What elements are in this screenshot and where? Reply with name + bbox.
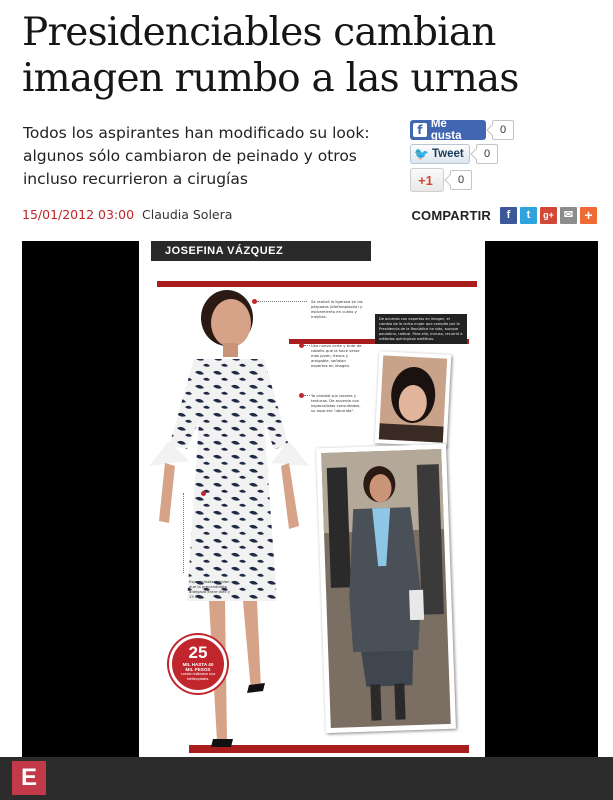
facebook-like-count: 0 xyxy=(492,120,514,140)
cost-highlight-badge: 25 MIL HASTA 40 MIL PESOS cuesta realiza… xyxy=(169,635,227,693)
article-image-viewer[interactable]: JOSEFINA VÁZQUEZ Se realizó la ligerosa … xyxy=(22,241,598,757)
annotation-line xyxy=(183,493,184,573)
article-author[interactable]: Claudia Solera xyxy=(142,207,232,222)
share-more-button[interactable]: + xyxy=(580,207,597,224)
footer-bar: E xyxy=(0,757,613,800)
annotation-text: Se realizó la ligerosa en los párpados (… xyxy=(311,299,363,319)
gplus-count: 0 xyxy=(450,170,472,190)
cost-line-3: cuesta realizarse una blefaroplastia. xyxy=(180,672,216,681)
facebook-like-label: Me gusta xyxy=(430,118,462,142)
article-subheadline: Todos los aspirantes han modificado su l… xyxy=(23,124,370,188)
tweet-label: Tweet xyxy=(431,148,464,160)
twitter-bird-icon: 🐦 xyxy=(414,147,429,161)
infographic-info-box: De acuerdo con expertos en imagen, el ca… xyxy=(375,314,467,344)
share-label: COMPARTIR xyxy=(411,208,491,223)
cost-number: 25 xyxy=(188,643,208,662)
share-email-button[interactable]: ✉ xyxy=(560,207,577,224)
article-headline: Presidenciables cambian imagen rumbo a l… xyxy=(22,10,519,101)
portrait-photo-image xyxy=(378,355,448,443)
suit-photo-image xyxy=(321,448,451,729)
site-logo[interactable]: E xyxy=(12,761,46,795)
share-gplus-button[interactable]: g+ xyxy=(540,207,557,224)
article-meta: 15/01/2012 03:00 Claudia Solera COMPARTI… xyxy=(22,207,597,227)
annotation-dot xyxy=(201,491,206,496)
facebook-icon: f xyxy=(413,123,427,137)
tweet-button[interactable]: 🐦 Tweet xyxy=(410,144,470,164)
infographic-name-tag: JOSEFINA VÁZQUEZ xyxy=(151,241,371,261)
infographic-suit-photo xyxy=(316,443,456,734)
annotation-text: Especialistas señalan que la precandidat… xyxy=(189,579,230,599)
social-buttons: f Me gusta 0 🐦 Tweet 0 +1 0 xyxy=(410,118,514,196)
annotation-line xyxy=(304,395,310,396)
gplus-label: +1 xyxy=(418,172,433,188)
article-date: 15/01/2012 03:00 xyxy=(22,207,135,222)
share-facebook-button[interactable]: f xyxy=(500,207,517,224)
annotation-line xyxy=(257,301,307,302)
facebook-like-button[interactable]: f Me gusta xyxy=(410,118,486,142)
annotation-text: Ya cambió sus colores y texturas. De acu… xyxy=(311,393,361,413)
tweet-count: 0 xyxy=(476,144,498,164)
woman-figure-illustration xyxy=(149,290,309,747)
share-twitter-button[interactable]: t xyxy=(520,207,537,224)
infographic-image: JOSEFINA VÁZQUEZ Se realizó la ligerosa … xyxy=(139,241,485,757)
share-bar: COMPARTIR f t g+ ✉ + xyxy=(411,207,597,224)
annotation-text: Usa nuevo corte y tinte de cabello que l… xyxy=(311,343,362,368)
infographic-portrait-photo xyxy=(374,351,452,447)
annotation-line xyxy=(304,345,310,346)
gplus-button[interactable]: +1 xyxy=(410,168,444,192)
